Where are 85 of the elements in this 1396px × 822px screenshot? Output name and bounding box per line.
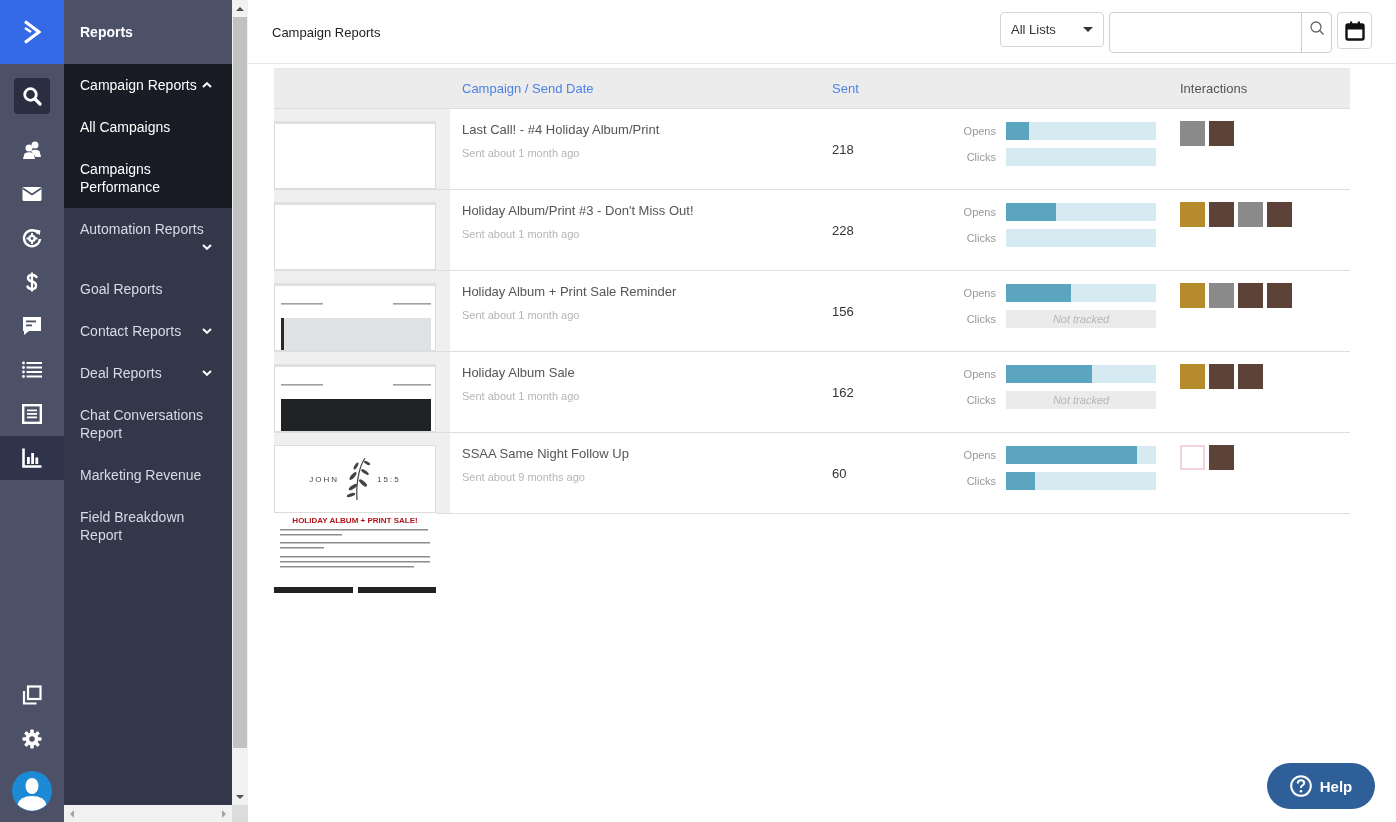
send-date: Sent about 1 month ago xyxy=(462,227,580,242)
sent-count: 228 xyxy=(832,222,854,238)
photo-placeholder xyxy=(1209,121,1234,146)
nav-subitem[interactable]: All Campaigns xyxy=(64,106,232,148)
nav-item[interactable]: Deal Reports xyxy=(64,352,232,394)
nav-item[interactable]: Marketing Revenue xyxy=(64,454,232,496)
metric-label: Opens xyxy=(963,206,996,218)
nav-item[interactable]: Contact Reports xyxy=(64,310,232,352)
nav-subitem[interactable]: Campaigns Performance xyxy=(64,148,232,208)
campaign-name[interactable]: Holiday Album Sale xyxy=(462,364,575,382)
sent-count: 218 xyxy=(832,141,854,157)
app-logo-icon xyxy=(23,20,41,44)
campaign-name[interactable]: Holiday Album/Print #3 - Don't Miss Out! xyxy=(462,202,694,220)
photo-placeholder xyxy=(1267,283,1292,308)
home-button[interactable] xyxy=(0,0,64,64)
metric-label: Clicks xyxy=(966,151,996,163)
nav-item[interactable]: Goal Reports xyxy=(64,268,232,310)
bar-chart-icon xyxy=(22,448,42,468)
nav-item[interactable]: Automation Reports xyxy=(64,208,232,268)
photo-placeholder xyxy=(1238,364,1263,389)
photo-placeholder xyxy=(1209,202,1234,227)
scroll-up-arrow-icon[interactable] xyxy=(236,7,244,11)
photo-placeholder xyxy=(1267,202,1292,227)
list-filter-dropdown[interactable]: All Lists xyxy=(1000,12,1104,47)
metric-label: Clicks xyxy=(966,475,996,487)
leaf-branch-icon xyxy=(345,457,372,501)
photo-placeholder xyxy=(1209,283,1234,308)
metric-label: Clicks xyxy=(966,394,996,406)
campaign-name[interactable]: Holiday Album + Print Sale Reminder xyxy=(462,283,677,301)
metric-label: Opens xyxy=(963,125,996,137)
page-title: Campaign Reports xyxy=(272,25,381,41)
dollar-icon xyxy=(25,272,39,292)
calendar-button[interactable] xyxy=(1337,12,1372,49)
people-icon xyxy=(22,140,42,160)
send-date: Sent about 1 month ago xyxy=(462,146,580,161)
logo-placeholder xyxy=(1180,445,1205,470)
photo-placeholder xyxy=(1238,283,1263,308)
scrollbar-corner xyxy=(232,805,248,822)
photo-placeholder xyxy=(1180,202,1205,227)
column-header: Interactions xyxy=(1180,81,1248,96)
settings-icon[interactable] xyxy=(22,729,42,749)
sent-count: 156 xyxy=(832,303,854,319)
search-icon xyxy=(22,86,42,106)
photo-placeholder xyxy=(1180,121,1205,146)
stacked-squares-icon[interactable] xyxy=(22,685,42,705)
send-date: Sent about 9 months ago xyxy=(462,470,585,485)
metric-label: Opens xyxy=(963,368,996,380)
search-field[interactable] xyxy=(1109,12,1332,53)
caret-down-icon xyxy=(1083,27,1093,32)
metric-label: Clicks xyxy=(966,313,996,325)
gear-cycle-icon xyxy=(22,228,42,248)
nav-item[interactable]: Field Breakdown Report xyxy=(64,496,232,556)
photo-placeholder xyxy=(1238,202,1263,227)
nav-title: Reports xyxy=(80,24,133,40)
metric-label: Clicks xyxy=(966,232,996,244)
nav-item[interactable]: Chat Conversations Report xyxy=(64,394,232,454)
search-icon xyxy=(1309,21,1324,35)
list-icon xyxy=(22,360,42,380)
photo-placeholder xyxy=(1209,445,1234,470)
rail-button[interactable] xyxy=(0,436,64,480)
photo-placeholder xyxy=(1180,283,1205,308)
metric-label: Opens xyxy=(963,287,996,299)
search-button[interactable] xyxy=(14,78,50,114)
preview-logo-text: 15:5 xyxy=(377,474,401,484)
preview-logo-text: JOHN xyxy=(309,474,340,484)
photo-placeholder xyxy=(1209,364,1234,389)
mail-icon xyxy=(22,187,42,201)
send-date: Sent about 1 month ago xyxy=(462,389,580,404)
scroll-down-arrow-icon[interactable] xyxy=(236,795,244,799)
sent-count: 162 xyxy=(832,384,854,400)
photo-placeholder xyxy=(1180,364,1205,389)
metric-label: Opens xyxy=(963,449,996,461)
scrollbar-thumb[interactable] xyxy=(233,17,247,748)
help-icon xyxy=(1289,775,1312,797)
send-date: Sent about 1 month ago xyxy=(462,308,580,323)
document-icon xyxy=(22,404,42,424)
calendar-icon xyxy=(1344,20,1365,41)
sent-count: 60 xyxy=(832,465,847,481)
campaign-name[interactable]: SSAA Same Night Follow Up xyxy=(462,445,629,463)
nav-item[interactable]: Campaign Reports xyxy=(64,64,232,106)
user-avatar-icon[interactable] xyxy=(12,771,52,811)
preview-headline: HOLIDAY ALBUM + PRINT SALE! xyxy=(292,516,418,526)
help-button[interactable]: Help xyxy=(1267,763,1375,809)
campaign-name[interactable]: Last Call! - #4 Holiday Album/Print xyxy=(462,121,660,139)
chat-icon xyxy=(22,316,42,336)
